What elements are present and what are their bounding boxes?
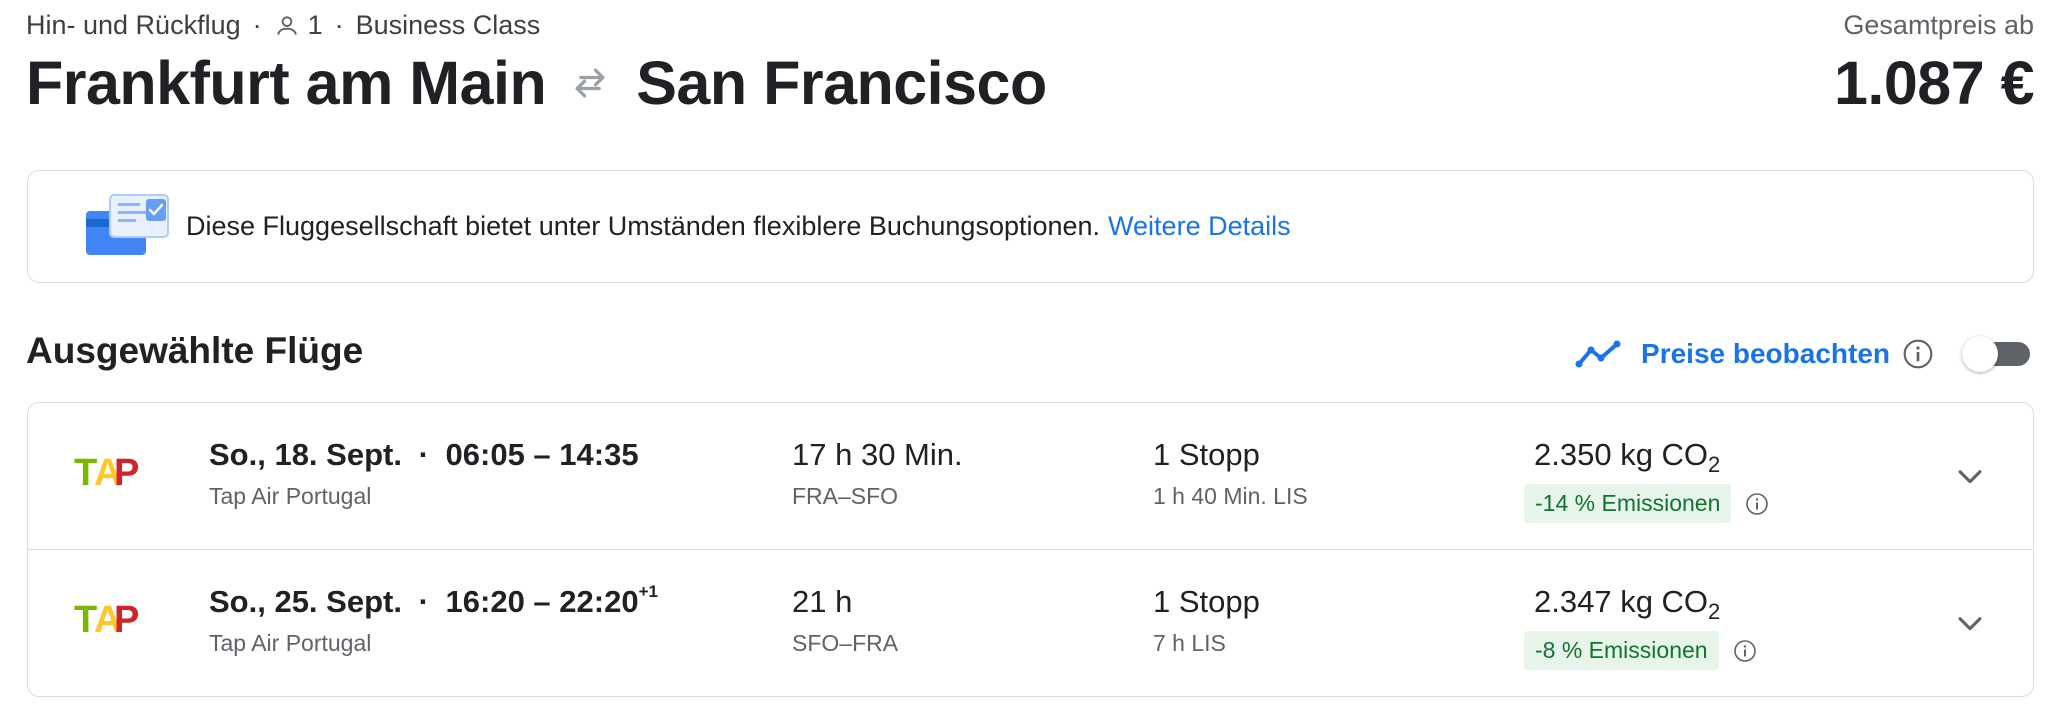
duration-value: 17 h 30 Min. — [792, 437, 963, 472]
selected-flights-heading: Ausgewählte Flüge — [26, 330, 364, 371]
day-offset: +1 — [638, 581, 658, 601]
date-time-line: So., 25. Sept. · 16:20 – 22:20+1 — [209, 581, 658, 620]
destination-city: San Francisco — [636, 49, 1047, 117]
route-codes: FRA–SFO — [792, 483, 899, 509]
emissions-badge: -14 % Emissionen — [1524, 484, 1732, 524]
co2-line: 2.347 kg CO2 — [1534, 584, 1757, 625]
co2-line: 2.350 kg CO2 — [1534, 437, 1769, 478]
info-icon[interactable] — [1902, 338, 1934, 370]
chevron-down-icon[interactable] — [1953, 459, 1987, 493]
notice-text: Diese Fluggesellschaft bietet unter Umst… — [186, 211, 1101, 241]
toggle-knob — [1962, 336, 1998, 372]
flight-emissions: 2.347 kg CO2 -8 % Emissionen — [1524, 584, 1757, 671]
separator-dot: · — [252, 10, 262, 40]
flight-times: 06:05 – 14:35 — [445, 437, 639, 472]
passenger-count[interactable]: 1 — [308, 10, 323, 41]
airline-name: Tap Air Portugal — [209, 483, 372, 509]
layover-info: 1 h 40 Min. LIS — [1153, 483, 1308, 509]
notice-text-line: Diese Fluggesellschaft bietet unter Umst… — [186, 211, 1291, 242]
origin-city: Frankfurt am Main — [26, 49, 547, 117]
stops-count: 1 Stopp — [1153, 584, 1260, 619]
emissions-badge: -8 % Emissionen — [1524, 631, 1719, 671]
co2-subscript: 2 — [1708, 452, 1721, 478]
flight-duration: 17 h 30 Min. FRA–SFO — [792, 437, 963, 510]
route-title: Frankfurt am Main San Francisco — [26, 48, 1047, 118]
trip-type[interactable]: Hin- und Rückflug — [26, 10, 241, 41]
co2-value: 2.347 kg CO — [1534, 584, 1709, 619]
flexible-booking-notice: Diese Fluggesellschaft bietet unter Umst… — [27, 170, 2034, 283]
track-prices-toggle[interactable] — [1962, 336, 2032, 372]
separator-dot: · — [418, 584, 429, 619]
swap-arrows-icon — [575, 68, 605, 98]
total-price: 1.087 € — [1833, 49, 2035, 117]
selected-flights-list: T A P So., 18. Sept. · 06:05 – 14:35 Tap… — [27, 402, 2034, 697]
flight-date: So., 18. Sept. — [209, 437, 402, 472]
info-icon[interactable] — [1745, 492, 1769, 516]
airline-name: Tap Air Portugal — [209, 630, 372, 656]
separator-dot: · — [418, 437, 429, 472]
co2-value: 2.350 kg CO — [1534, 437, 1709, 472]
price-tracking: Preise beobachten — [1575, 336, 2032, 372]
price-trend-icon — [1575, 340, 1621, 368]
person-icon — [276, 15, 297, 35]
emissions-badge-row: -14 % Emissionen — [1524, 484, 1769, 524]
flight-stops: 1 Stopp 7 h LIS — [1153, 584, 1260, 657]
flight-date: So., 25. Sept. — [209, 584, 402, 619]
cabin-class[interactable]: Business Class — [356, 10, 541, 41]
flight-stops: 1 Stopp 1 h 40 Min. LIS — [1153, 437, 1308, 510]
co2-subscript: 2 — [1708, 599, 1721, 625]
stops-count: 1 Stopp — [1153, 437, 1260, 472]
separator-dot: · — [334, 10, 344, 40]
booking-options-icon — [86, 193, 169, 255]
tap-air-portugal-logo: T A P — [74, 599, 139, 641]
more-details-link[interactable]: Weitere Details — [1108, 211, 1291, 241]
flight-times: 16:20 – 22:20 — [445, 584, 639, 619]
info-icon[interactable] — [1733, 639, 1757, 663]
emissions-badge-row: -8 % Emissionen — [1524, 631, 1757, 671]
flight-duration: 21 h SFO–FRA — [792, 584, 898, 657]
svg-text:P: P — [114, 599, 139, 641]
tap-air-portugal-logo: T A P — [74, 452, 139, 494]
flight-date-time: So., 25. Sept. · 16:20 – 22:20+1 Tap Air… — [209, 581, 658, 657]
trip-summary: Hin- und Rückflug · 1 · Business Class — [26, 10, 540, 41]
route-codes: SFO–FRA — [792, 630, 899, 656]
total-price-label: Gesamtpreis ab — [1843, 10, 2034, 40]
track-prices-label[interactable]: Preise beobachten — [1641, 338, 1890, 370]
flight-date-time: So., 18. Sept. · 06:05 – 14:35 Tap Air P… — [209, 437, 639, 510]
flight-row-return[interactable]: T A P So., 25. Sept. · 16:20 – 22:20+1 T… — [28, 550, 2033, 697]
layover-info: 7 h LIS — [1153, 630, 1226, 656]
date-time-line: So., 18. Sept. · 06:05 – 14:35 — [209, 437, 639, 473]
flight-row-outbound[interactable]: T A P So., 18. Sept. · 06:05 – 14:35 Tap… — [28, 403, 2033, 550]
svg-text:P: P — [114, 452, 139, 494]
duration-value: 21 h — [792, 584, 853, 619]
flight-emissions: 2.350 kg CO2 -14 % Emissionen — [1524, 437, 1769, 524]
chevron-down-icon[interactable] — [1953, 606, 1987, 640]
